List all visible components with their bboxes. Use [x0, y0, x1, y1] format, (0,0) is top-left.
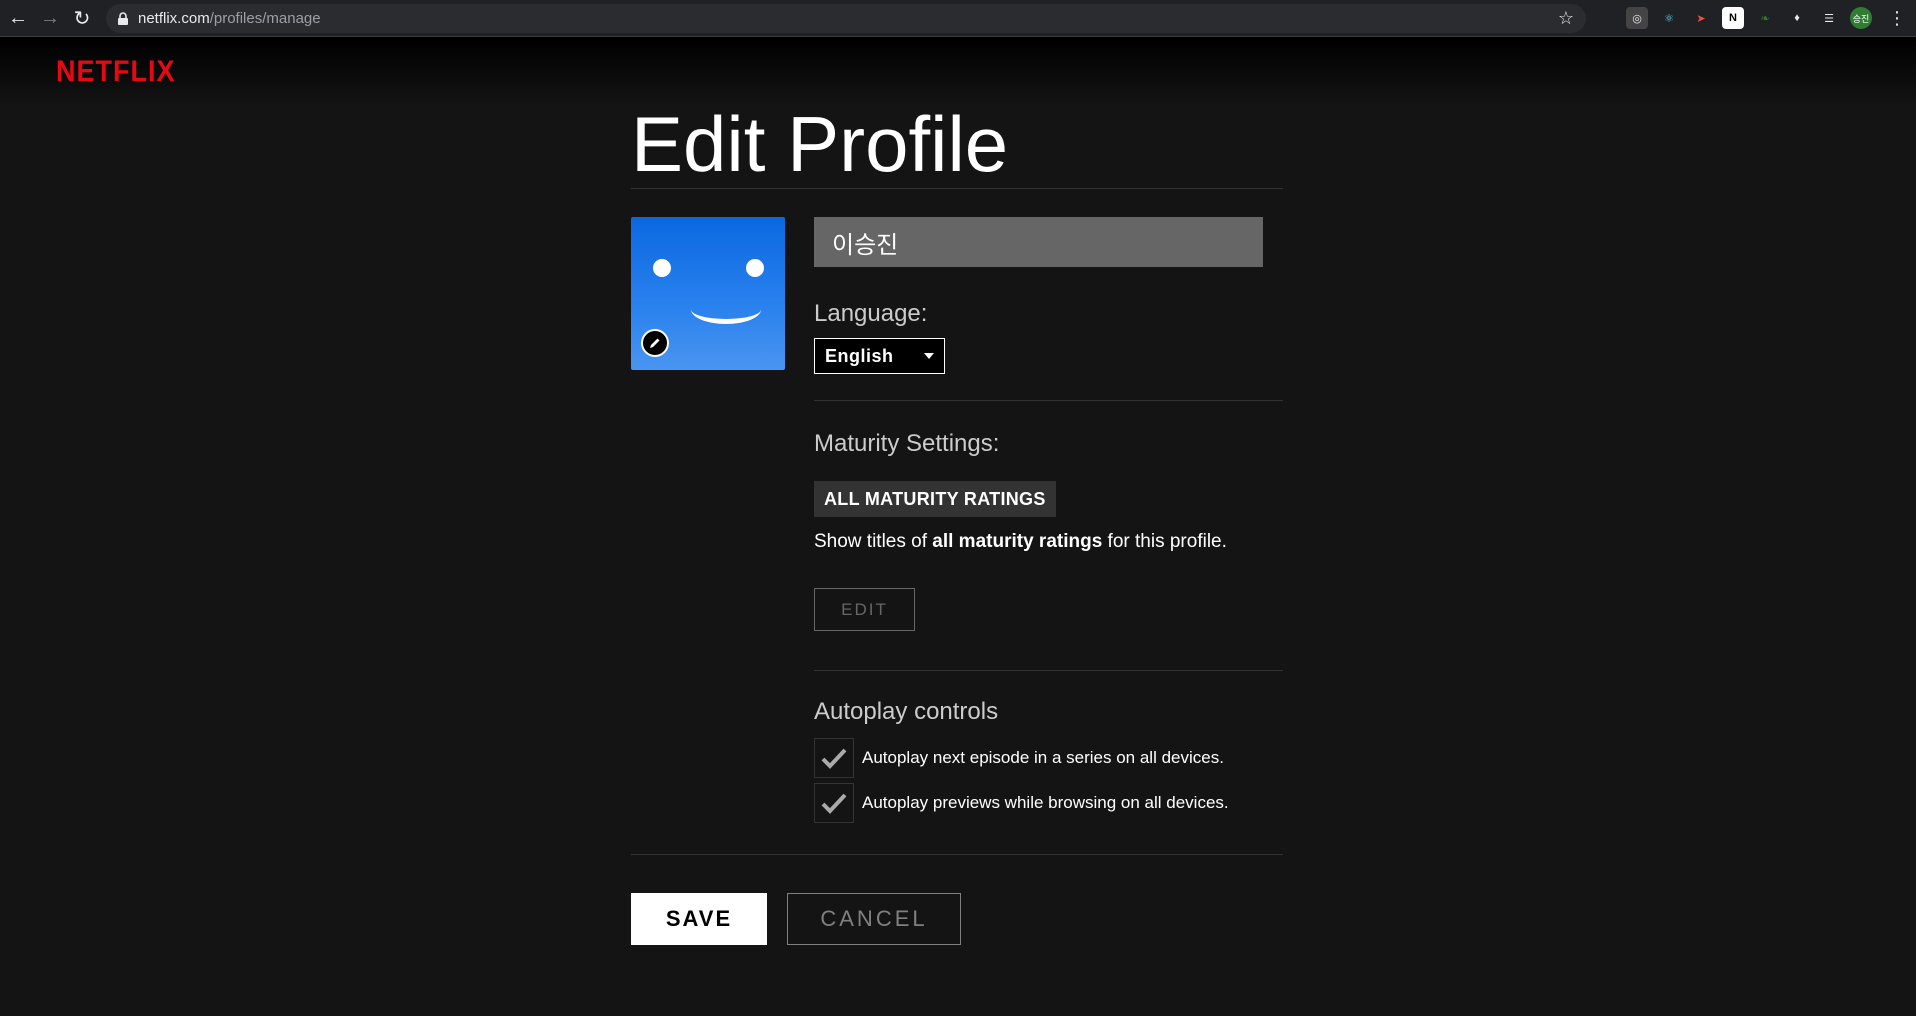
react-devtools-icon[interactable]: ⚛ [1658, 7, 1680, 29]
browser-toolbar: ← → ↻ netflix.com/profiles/manage ☆ ◎ ⚛ … [0, 0, 1916, 37]
browser-profile-avatar[interactable]: 승진 [1850, 7, 1872, 29]
profile-settings: Language: English Maturity Settings: ALL… [814, 217, 1283, 823]
autoplay-previews-label: Autoplay previews while browsing on all … [862, 793, 1229, 812]
page-title: Edit Profile [631, 100, 1009, 188]
reading-list-icon[interactable]: ☰ [1818, 7, 1840, 29]
language-dropdown[interactable]: English [814, 338, 945, 374]
language-label: Language: [814, 300, 928, 327]
autoplay-next-episode-label: Autoplay next episode in a series on all… [862, 748, 1224, 767]
puzzle-extensions-icon[interactable]: ♦ [1786, 7, 1808, 29]
notion-icon[interactable]: N [1722, 7, 1744, 29]
extensions-bar: ◎ ⚛ ➤ N ❧ ♦ ☰ 승진 ⋮ [1626, 7, 1906, 29]
netflix-logo[interactable]: NETFLIX [56, 54, 176, 88]
language-divider [814, 400, 1283, 401]
profile-name-input[interactable] [814, 217, 1263, 267]
title-divider [631, 188, 1283, 189]
autoplay-previews-option[interactable]: Autoplay previews while browsing on all … [814, 783, 1229, 823]
maturity-rating-badge: ALL MATURITY RATINGS [814, 481, 1056, 517]
avatar-smile [691, 295, 761, 324]
maturity-settings-label: Maturity Settings: [814, 430, 1000, 457]
bookmark-star-icon[interactable]: ☆ [1558, 8, 1574, 29]
autoplay-next-episode-option[interactable]: Autoplay next episode in a series on all… [814, 738, 1224, 778]
leaf-extension-icon[interactable]: ❧ [1754, 7, 1776, 29]
lock-icon [118, 11, 128, 25]
back-icon[interactable]: ← [4, 4, 32, 32]
reload-icon[interactable]: ↻ [68, 4, 96, 32]
url-host: netflix.com [138, 10, 210, 27]
page-header [0, 37, 1916, 107]
menu-kebab-icon[interactable]: ⋮ [1888, 8, 1906, 29]
pencil-edit-icon[interactable] [641, 329, 669, 357]
maturity-desc-suffix: for this profile. [1102, 531, 1227, 552]
caret-down-icon [924, 353, 934, 359]
maturity-desc-bold: all maturity ratings [932, 531, 1103, 552]
url-path: /profiles/manage [209, 10, 321, 27]
swift-icon[interactable]: ➤ [1690, 7, 1712, 29]
checkmark-icon [821, 793, 847, 814]
save-button[interactable]: SAVE [631, 893, 767, 945]
maturity-desc-prefix: Show titles of [814, 531, 933, 552]
cancel-button[interactable]: CANCEL [787, 893, 961, 945]
avatar-right-eye [746, 259, 764, 277]
maturity-description: Show titles of all maturity ratings for … [814, 531, 1227, 553]
profile-avatar[interactable] [631, 217, 785, 370]
edit-profile-panel: Edit Profile Language: English Maturity … [631, 100, 1283, 945]
extension-icon[interactable]: ◎ [1626, 7, 1648, 29]
autoplay-controls-label: Autoplay controls [814, 698, 999, 725]
autoplay-next-episode-checkbox[interactable] [814, 738, 854, 778]
language-selected: English [825, 345, 894, 366]
address-bar[interactable]: netflix.com/profiles/manage ☆ [106, 4, 1586, 33]
maturity-divider [814, 670, 1283, 671]
actions-divider [631, 854, 1283, 855]
maturity-edit-button[interactable]: EDIT [814, 588, 915, 631]
checkmark-icon [821, 748, 847, 769]
avatar-left-eye [653, 259, 671, 277]
autoplay-previews-checkbox[interactable] [814, 783, 854, 823]
forward-icon[interactable]: → [36, 4, 64, 32]
